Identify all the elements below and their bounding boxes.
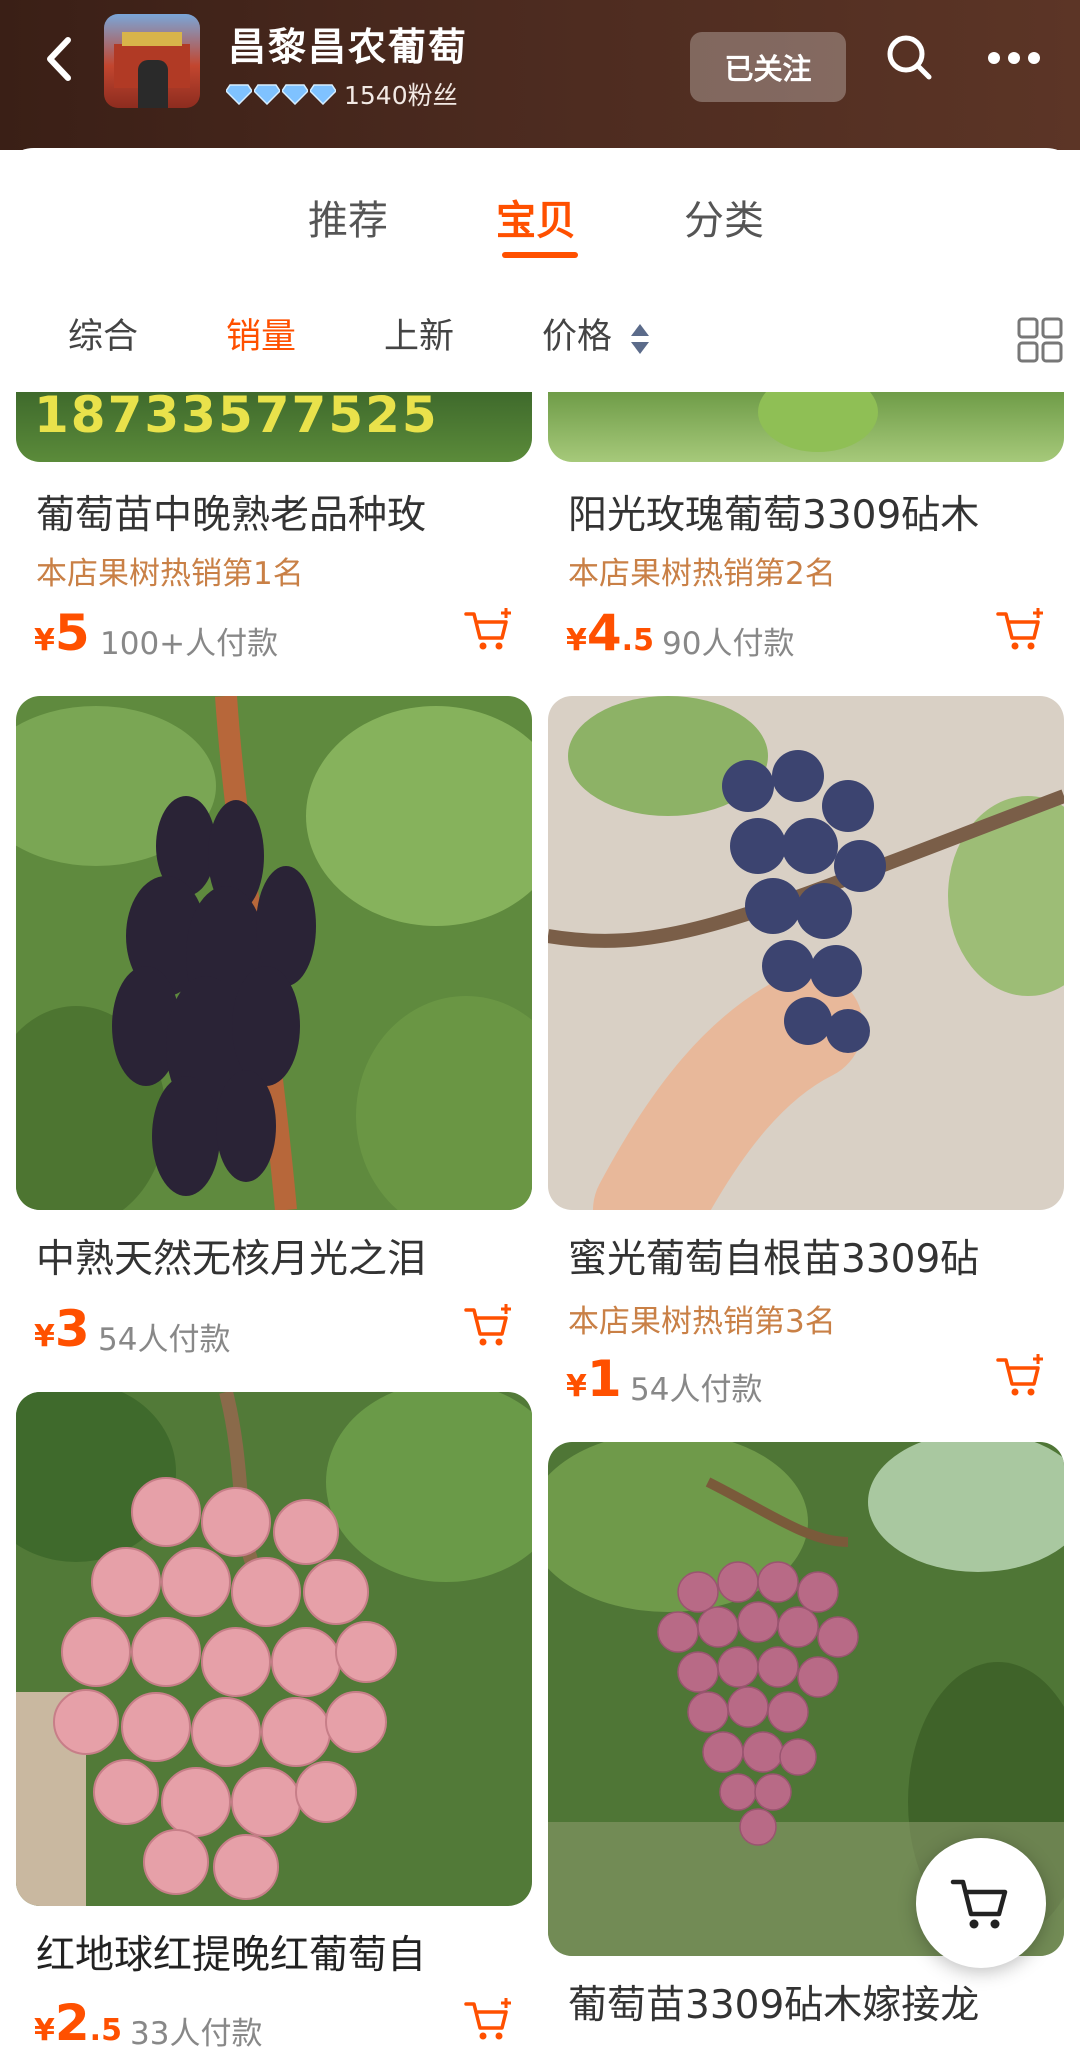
more-icon[interactable] — [986, 48, 1042, 68]
diamond-icon — [310, 84, 336, 105]
product-price: ¥3 — [34, 1300, 90, 1358]
diamond-icon — [226, 84, 252, 105]
sort-newest[interactable]: 上新 — [384, 308, 454, 359]
sort-default[interactable]: 综合 — [68, 308, 138, 359]
product-title[interactable]: 葡萄苗中晚熟老品种玫 — [36, 484, 556, 540]
product-sales: 100+人付款 — [100, 626, 279, 662]
product-image-phone: 18733577525 — [34, 392, 439, 444]
search-icon[interactable] — [886, 34, 932, 80]
sort-toggle-icon — [631, 324, 649, 354]
product-title[interactable]: 中熟天然无核月光之泪 — [36, 1228, 556, 1284]
shop-header: 昌黎昌农葡萄 1540粉丝 已关注 — [0, 0, 1080, 150]
shop-name[interactable]: 昌黎昌农葡萄 — [228, 16, 468, 71]
product-rank: 本店果树热销第2名 — [568, 556, 836, 592]
sort-bar: 综合 销量 上新 价格 — [0, 308, 1080, 368]
back-arrow-icon[interactable] — [40, 34, 80, 84]
add-to-cart-icon[interactable] — [996, 1352, 1046, 1398]
product-title[interactable]: 葡萄苗3309砧木嫁接龙 — [568, 1974, 1080, 2030]
fans-count: 1540粉丝 — [344, 81, 458, 110]
tab-recommend[interactable]: 推荐 — [308, 188, 388, 246]
add-to-cart-icon[interactable] — [464, 606, 514, 652]
add-to-cart-icon[interactable] — [996, 606, 1046, 652]
tab-products[interactable]: 宝贝 — [496, 188, 576, 246]
product-price: ¥5 — [34, 604, 90, 662]
sort-sales[interactable]: 销量 — [226, 308, 296, 359]
product-rank: 本店果树热销第3名 — [568, 1304, 836, 1340]
product-image[interactable] — [548, 392, 1064, 462]
shop-level-badges: 1540粉丝 — [226, 76, 458, 112]
add-to-cart-icon[interactable] — [464, 1996, 514, 2042]
product-rank: 本店果树热销第1名 — [36, 556, 304, 592]
diamond-icon — [282, 84, 308, 105]
follow-button[interactable]: 已关注 — [690, 32, 846, 102]
product-sales: 54人付款 — [630, 1372, 763, 1408]
add-to-cart-icon[interactable] — [464, 1302, 514, 1348]
product-image[interactable]: 18733577525 — [16, 392, 532, 462]
product-sales: 90人付款 — [662, 626, 795, 662]
product-title[interactable]: 蜜光葡萄自根苗3309砧 — [568, 1228, 1080, 1284]
shop-avatar[interactable] — [104, 14, 200, 108]
tab-category[interactable]: 分类 — [684, 188, 764, 246]
product-price: ¥4.5 — [566, 604, 654, 662]
shopping-cart-icon — [950, 1879, 1008, 1929]
product-image[interactable] — [16, 696, 532, 1210]
sort-price[interactable]: 价格 — [542, 308, 612, 359]
active-tab-indicator — [502, 252, 578, 258]
shop-tabs: 推荐 宝贝 分类 — [0, 188, 1080, 258]
product-sales: 54人付款 — [98, 1322, 231, 1358]
product-image[interactable] — [16, 1392, 532, 1906]
product-title[interactable]: 红地球红提晚红葡萄自 — [36, 1924, 556, 1980]
product-sales: 33人付款 — [130, 2016, 263, 2052]
product-price: ¥2.5 — [34, 1994, 122, 2052]
diamond-icon — [254, 84, 280, 105]
floating-cart-button[interactable] — [916, 1838, 1046, 1968]
product-price: ¥1 — [566, 1350, 622, 1408]
grid-view-icon[interactable] — [1016, 316, 1064, 364]
product-title[interactable]: 阳光玫瑰葡萄3309砧木 — [568, 484, 1080, 540]
product-image[interactable] — [548, 696, 1064, 1210]
